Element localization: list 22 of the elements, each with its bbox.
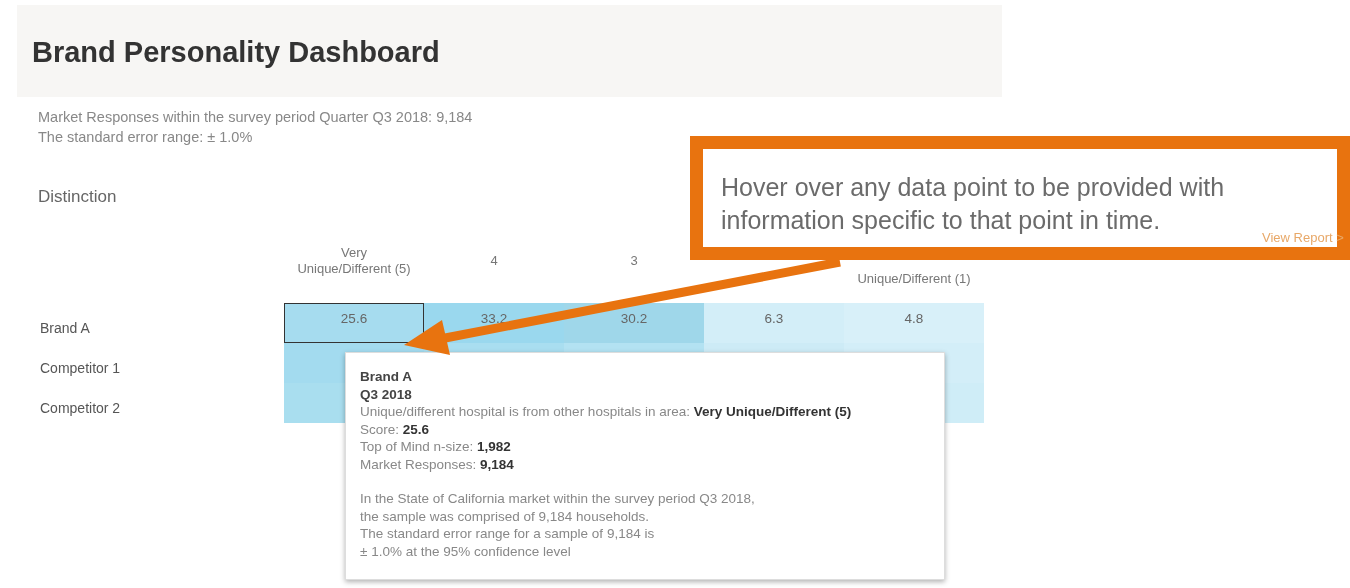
- tooltip-note: the sample was comprised of 9,184 households.: [360, 507, 649, 525]
- tooltip-detail: Unique/different hospital is from other hospitals in area: Very Unique/Different (5): [360, 403, 852, 421]
- section-title: Distinction: [38, 187, 117, 207]
- column-header: Unique/Different (1): [857, 271, 971, 287]
- tooltip-detail: Top of Mind n-size: 1,982: [360, 438, 511, 456]
- row-label: Competitor 1: [40, 360, 121, 376]
- column-header: 4: [490, 253, 498, 269]
- row-label: Brand A: [40, 320, 90, 336]
- tooltip-detail: Score: 25.6: [360, 420, 430, 438]
- dashboard-title: Brand Personality Dashboard: [32, 34, 440, 69]
- tooltip-heading: Brand A: [360, 368, 412, 386]
- tooltip-detail: Market Responses: 9,184: [360, 455, 514, 473]
- tooltip-note: In the State of California market within the survey period Q3 2018,: [360, 490, 755, 508]
- callout-text: Hover over any data point to be provided with information specific to that point in time.: [721, 173, 1225, 234]
- column-header: Very Unique/Different (5): [297, 245, 411, 277]
- tooltip-note: The standard error range for a sample of 9,184 is: [360, 525, 655, 543]
- tooltip-note: ± 1.0% at the 95% confidence level: [360, 542, 571, 560]
- tooltip-heading: Q3 2018: [360, 385, 412, 403]
- summary-text: The standard error range: ± 1.0%: [38, 128, 253, 147]
- row-label: Competitor 2: [40, 400, 121, 416]
- summary-text: Market Responses within the survey period Quarter Q3 2018: 9,184: [38, 108, 473, 127]
- column-header: 3: [630, 253, 638, 269]
